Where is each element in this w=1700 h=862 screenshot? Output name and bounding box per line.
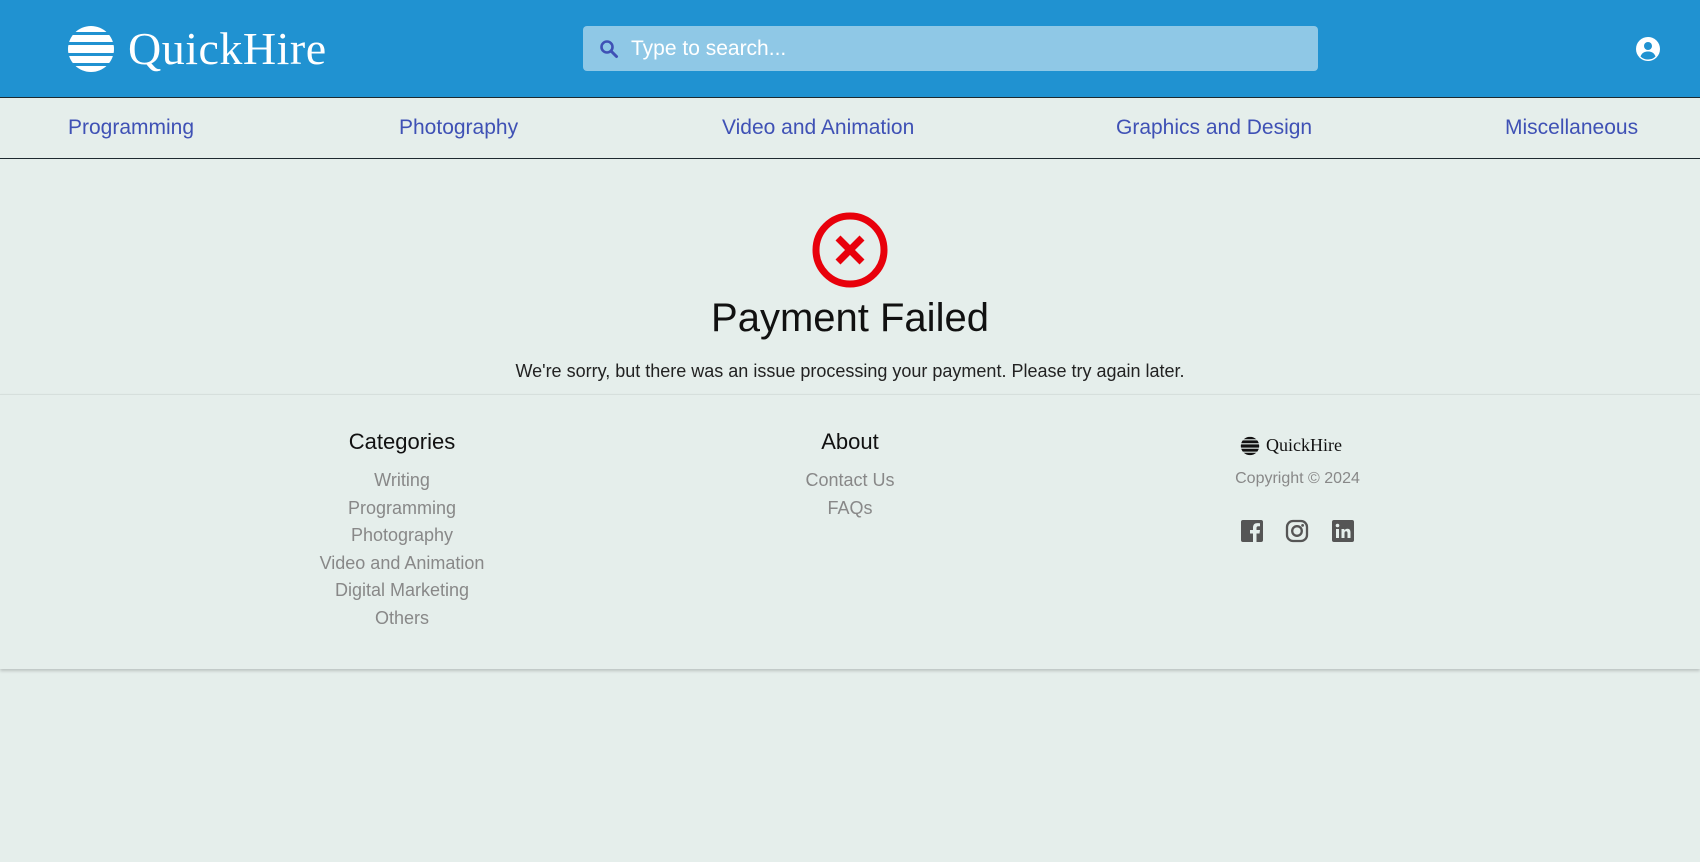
footer-link-others[interactable]: Others [302,605,502,633]
nav-item-video-animation[interactable]: Video and Animation [722,116,914,140]
nav-item-photography[interactable]: Photography [399,116,518,140]
search-input[interactable] [631,36,1271,61]
nav-item-graphics-design[interactable]: Graphics and Design [1116,116,1312,140]
nav-item-programming[interactable]: Programming [68,116,194,140]
search-bar [583,26,1318,71]
instagram-icon[interactable] [1285,519,1309,543]
footer-link-photography[interactable]: Photography [302,522,502,550]
facebook-icon[interactable] [1240,519,1264,543]
linkedin-icon[interactable] [1331,519,1355,543]
footer-about: About Contact Us FAQs [750,429,950,522]
error-circle-x-icon [812,212,888,288]
category-nav: Programming Photography Video and Animat… [0,97,1700,159]
striped-globe-icon [68,26,114,72]
footer-about-heading: About [821,429,879,454]
account-circle-icon[interactable] [1636,37,1660,61]
copyright-text: Copyright © 2024 [1235,470,1360,487]
nav-item-miscellaneous[interactable]: Miscellaneous [1505,116,1638,140]
footer-link-video-animation[interactable]: Video and Animation [302,550,502,578]
footer-categories-heading: Categories [348,429,456,454]
footer-link-contact-us[interactable]: Contact Us [750,467,950,495]
footer-link-writing[interactable]: Writing [302,467,502,495]
brand-name: QuickHire [128,23,327,74]
footer-brand-name: QuickHire [1266,435,1342,455]
footer: Categories Writing Programming Photograp… [0,394,1700,669]
search-icon[interactable] [599,39,619,59]
payment-status-section: Payment Failed We're sorry, but there wa… [0,159,1700,394]
footer-brand[interactable]: QuickHire [1240,435,1356,456]
footer-link-faqs[interactable]: FAQs [750,495,950,523]
brand-home-link[interactable]: QuickHire [66,24,327,74]
top-header: QuickHire [0,0,1700,97]
striped-globe-icon [1240,436,1260,455]
footer-link-programming[interactable]: Programming [302,495,502,523]
footer-categories: Categories Writing Programming Photograp… [302,429,502,632]
footer-link-digital-marketing[interactable]: Digital Marketing [302,577,502,605]
page-title: Payment Failed [711,296,989,340]
status-message: We're sorry, but there was an issue proc… [515,361,1185,381]
